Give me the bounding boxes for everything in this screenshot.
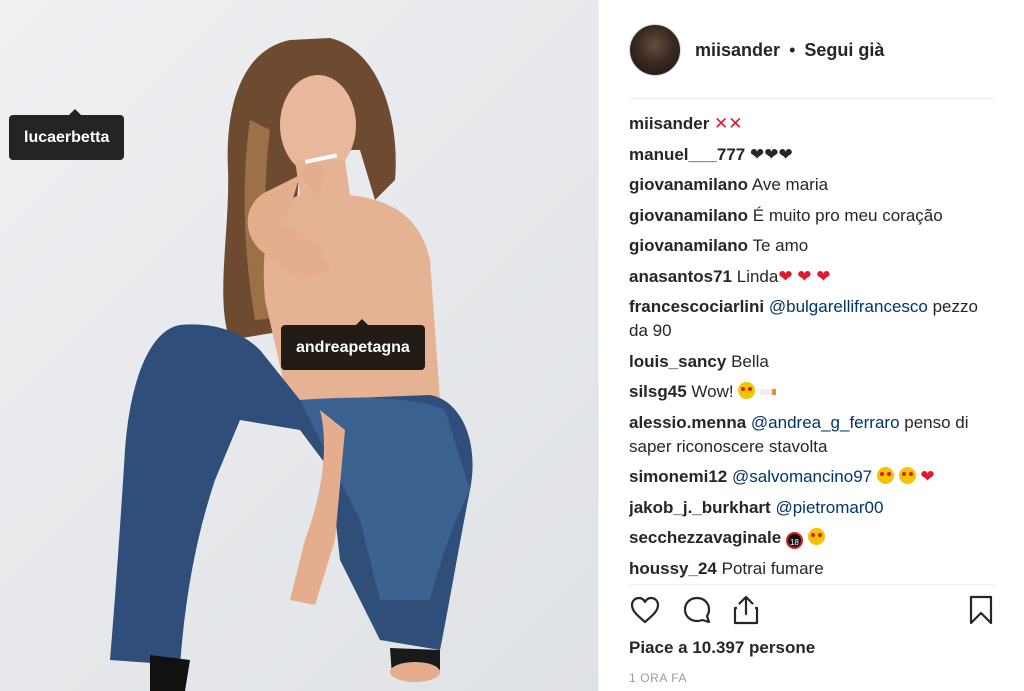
comment-text: É muito pro meu coração (752, 205, 943, 225)
comment-mention-link[interactable]: @bulgarellifrancesco (769, 297, 928, 316)
comment-item: francescociarlini @bulgarellifrancesco p… (629, 295, 999, 343)
comment-username-link[interactable]: simonemi12 (629, 467, 727, 486)
cigarette-emoji (760, 389, 777, 395)
comment-text (894, 467, 899, 486)
comment-mention-link[interactable]: @salvomancino97 (732, 467, 872, 486)
comment-username-link[interactable]: anasantos71 (629, 267, 732, 286)
comment-username-link[interactable]: giovanamilano (629, 175, 748, 194)
comment-username-link[interactable]: manuel___777 (629, 145, 745, 164)
comment-item: manuel___777 ❤❤❤ (629, 143, 999, 167)
comment-text: Bella (731, 351, 769, 371)
header-separator: • (789, 39, 796, 60)
post-photo[interactable]: lucaerbetta andreapetagna (0, 0, 598, 691)
comment-item: miisander ✕✕ (629, 112, 999, 136)
comment-username-link[interactable]: giovanamilano (629, 206, 748, 225)
comment-text: Potrai fumare (721, 558, 824, 578)
comment-username-link[interactable]: silsg45 (629, 382, 687, 401)
header-divider (629, 98, 995, 99)
header-username-link[interactable]: miisander (695, 40, 780, 60)
post-header: miisander • Segui già (629, 22, 995, 78)
comment-item: jakob_j._burkhart @pietromar00 (629, 496, 999, 520)
comment-text: Ave maria (751, 175, 829, 194)
comment-bubble-icon (683, 596, 711, 624)
comment-text: Te amo (752, 236, 809, 255)
cross-mark-emoji: ✕✕ (714, 114, 743, 133)
heart-eyes-emoji (876, 467, 894, 484)
avatar[interactable] (629, 24, 681, 76)
share-button[interactable] (730, 594, 762, 626)
comment-username-link[interactable]: houssy_24 (629, 559, 717, 578)
share-upload-icon (733, 595, 759, 625)
comment-username-link[interactable]: francescociarlini (629, 297, 764, 316)
comment-item: anasantos71 Linda❤ ❤ ❤ (629, 265, 999, 289)
comment-text (803, 528, 808, 547)
comment-item: louis_sancy Bella (629, 350, 999, 374)
photo-tag-andreapetagna[interactable]: andreapetagna (281, 319, 425, 370)
post-side-panel: miisander • Segui già miisander ✕✕ manuel… (598, 0, 1024, 691)
comment-item: alessio.menna @andrea_g_ferraro penso di… (629, 411, 999, 459)
comment-item: giovanamilano Te amo (629, 234, 999, 258)
comment-item: giovanamilano Ave maria (629, 173, 999, 197)
comment-username-link[interactable]: miisander (629, 114, 709, 133)
comment-username-link[interactable]: louis_sancy (629, 352, 726, 371)
heart-outline-icon (630, 596, 660, 624)
comment-mention-link[interactable]: @pietromar00 (775, 498, 883, 517)
comments-list[interactable]: miisander ✕✕ manuel___777 ❤❤❤ giovanamilan… (629, 112, 999, 582)
heart-eyes-emoji (807, 528, 825, 545)
comment-mention-link[interactable]: @andrea_g_ferraro (751, 413, 900, 432)
comment-item: giovanamilano É muito pro meu coração (629, 204, 999, 228)
likes-count-link[interactable]: Piace a 10.397 persone (629, 638, 815, 658)
comment-username-link[interactable]: alessio.menna (629, 413, 746, 432)
comment-item: simonemi12 @salvomancino97 ❤ (629, 465, 999, 489)
comment-text: Wow! (691, 382, 739, 401)
red-heart-emoji: ❤ (920, 467, 935, 486)
comment-username-link[interactable]: giovanamilano (629, 236, 748, 255)
comment-item: silsg45 Wow! (629, 380, 999, 404)
comment-username-link[interactable]: jakob_j._burkhart (629, 498, 771, 517)
heart-eyes-emoji (898, 467, 916, 484)
comment-item: secchezzavaginale 18 (629, 526, 999, 550)
actions-divider (629, 584, 995, 585)
heart-eyes-emoji (738, 382, 756, 399)
comment-item: houssy_24 Potrai fumare (629, 557, 999, 581)
follow-status-button[interactable]: Segui già (804, 40, 884, 60)
no-under-18-emoji: 18 (785, 532, 803, 549)
comment-username-link[interactable]: secchezzavaginale (629, 528, 781, 547)
black-heart-emoji: ❤❤❤ (749, 144, 793, 164)
save-button[interactable] (965, 594, 997, 626)
comment-text: Linda (736, 266, 779, 286)
photo-tag-lucaerbetta[interactable]: lucaerbetta (9, 109, 125, 160)
bookmark-icon (969, 595, 993, 625)
red-heart-emoji: ❤ ❤ ❤ (778, 266, 831, 286)
post-timestamp[interactable]: 1 ORA FA (629, 671, 687, 685)
like-button[interactable] (629, 594, 661, 626)
action-bar (629, 594, 995, 630)
comment-button[interactable] (681, 594, 713, 626)
